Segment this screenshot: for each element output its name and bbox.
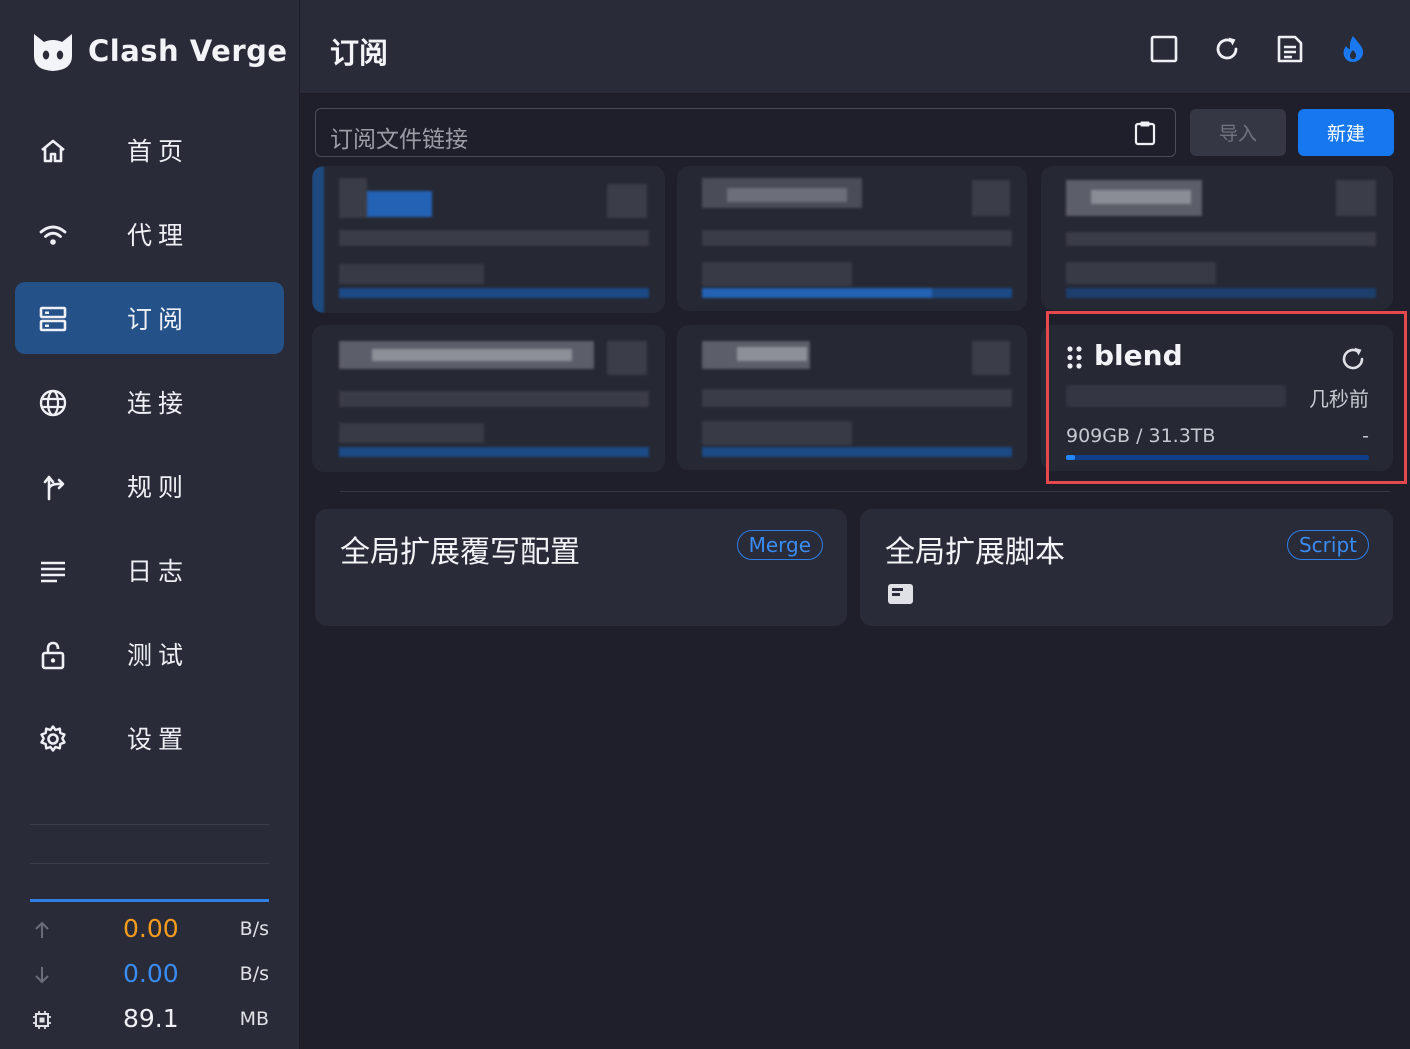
upload-unit: B/s (239, 918, 269, 940)
page-header: 订阅 (300, 0, 1410, 94)
memory-unit: MB (239, 1008, 269, 1030)
sidebar-item-label: 日志 (127, 557, 190, 586)
upload-value: 0.00 (123, 914, 179, 943)
wifi-icon (37, 219, 69, 251)
clipboard-icon[interactable] (1132, 120, 1158, 146)
arrow-up-icon (35, 921, 49, 938)
profile-card[interactable] (1041, 166, 1393, 310)
pixelated-content (677, 325, 1027, 470)
memory-usage: 89.1 MB (30, 1004, 269, 1034)
sidebar: Clash Verge 首页 代理 订阅 连接 规则 日志 测试 设置 0.00… (0, 0, 300, 1049)
pixelated-content (312, 166, 665, 313)
sidebar-item-logs[interactable]: 日志 (15, 534, 284, 606)
script-file-icon[interactable] (887, 583, 914, 605)
sidebar-item-subscriptions[interactable]: 订阅 (15, 282, 284, 354)
globe-icon (37, 387, 69, 419)
subscription-url-input[interactable]: 订阅文件链接 (315, 108, 1176, 157)
arrow-down-icon (35, 967, 49, 984)
refresh-icon[interactable] (1211, 33, 1243, 65)
memory-value: 89.1 (123, 1004, 179, 1033)
download-speed: 0.00 B/s (30, 959, 269, 989)
pixelated-content (677, 166, 1027, 311)
sidebar-item-rules[interactable]: 规则 (15, 450, 284, 522)
url-placeholder: 订阅文件链接 (330, 127, 468, 153)
flame-icon[interactable] (1337, 33, 1369, 65)
fork-icon (37, 471, 69, 503)
sidebar-item-label: 规则 (127, 473, 190, 502)
script-card-title: 全局扩展脚本 (885, 535, 1065, 570)
sidebar-item-connections[interactable]: 连接 (15, 366, 284, 438)
section-divider (340, 491, 1390, 492)
sidebar-item-label: 订阅 (127, 305, 190, 334)
merge-card-title: 全局扩展覆写配置 (340, 535, 580, 570)
divider (30, 863, 269, 864)
page-title: 订阅 (330, 36, 389, 70)
download-value: 0.00 (123, 959, 179, 988)
profile-card[interactable] (677, 325, 1027, 470)
profile-card[interactable] (677, 166, 1027, 311)
sidebar-item-label: 代理 (127, 221, 190, 250)
download-unit: B/s (239, 963, 269, 985)
sidebar-item-label: 连接 (127, 389, 190, 418)
new-button[interactable]: 新建 (1298, 109, 1394, 156)
global-script-card[interactable]: 全局扩展脚本 Script (860, 509, 1393, 626)
sidebar-item-home[interactable]: 首页 (15, 114, 284, 186)
file-icon[interactable] (1274, 33, 1306, 65)
sidebar-item-proxy[interactable]: 代理 (15, 198, 284, 270)
pixelated-content (1041, 166, 1393, 310)
home-icon (37, 135, 69, 167)
app-logo: Clash Verge (30, 28, 288, 74)
app-name: Clash Verge (88, 34, 288, 68)
profile-card[interactable] (312, 325, 665, 472)
list-icon (37, 555, 69, 587)
window-icon[interactable] (1148, 33, 1180, 65)
divider (30, 824, 269, 825)
sidebar-item-test[interactable]: 测试 (15, 618, 284, 690)
selection-highlight (1046, 311, 1407, 484)
profile-card[interactable] (312, 166, 665, 313)
script-tag: Script (1286, 530, 1369, 560)
sidebar-item-label: 测试 (127, 641, 190, 670)
sidebar-item-settings[interactable]: 设置 (15, 702, 284, 774)
sidebar-item-label: 首页 (127, 137, 190, 166)
upload-speed: 0.00 B/s (30, 914, 269, 944)
pixelated-content (312, 325, 665, 472)
sidebar-item-label: 设置 (127, 725, 190, 754)
traffic-graph-line (30, 899, 269, 902)
server-icon (37, 303, 69, 335)
gear-icon (37, 723, 69, 755)
import-button[interactable]: 导入 (1190, 109, 1286, 156)
memory-chip-icon (33, 1011, 51, 1029)
global-merge-card[interactable]: 全局扩展覆写配置 Merge (315, 509, 847, 626)
lock-icon (37, 639, 69, 671)
cat-logo-icon (34, 34, 72, 71)
merge-tag: Merge (736, 530, 823, 560)
